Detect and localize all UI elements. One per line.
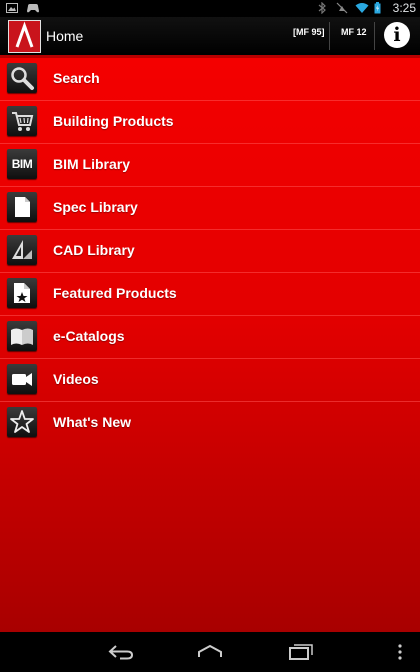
overflow-menu-icon — [398, 644, 402, 660]
app-logo[interactable] — [8, 20, 41, 53]
bim-icon: BIM — [7, 149, 37, 179]
page-title: Home — [46, 28, 84, 44]
menu-item-label: What's New — [53, 414, 132, 430]
menu-item-search[interactable]: Search — [0, 58, 420, 101]
menu-item-whats-new[interactable]: What's New — [0, 402, 420, 444]
clock: 3:25 — [392, 1, 416, 15]
main-menu: Search Building Products BIM BIM Library… — [0, 58, 420, 632]
menu-item-bim-library[interactable]: BIM BIM Library — [0, 144, 420, 187]
cart-icon — [7, 106, 37, 136]
menu-item-label: Spec Library — [53, 199, 138, 215]
wifi-icon — [355, 2, 369, 14]
logo-a-icon — [15, 21, 34, 48]
menu-item-label: Videos — [53, 371, 99, 387]
menu-item-videos[interactable]: Videos — [0, 359, 420, 402]
menu-item-label: Featured Products — [53, 285, 177, 301]
document-icon — [7, 192, 37, 222]
bluetooth-icon — [317, 1, 329, 15]
back-icon — [108, 645, 134, 660]
menu-item-label: e-Catalogs — [53, 328, 125, 344]
no-alarm-icon — [336, 2, 348, 14]
divider — [374, 22, 375, 50]
recent-apps-button[interactable] — [286, 640, 314, 664]
drafting-icon — [7, 235, 37, 265]
menu-item-label: Building Products — [53, 113, 174, 129]
info-button[interactable]: i — [384, 22, 410, 48]
divider — [329, 22, 330, 50]
menu-item-label: CAD Library — [53, 242, 135, 258]
menu-item-label: BIM Library — [53, 156, 131, 172]
mf12-button[interactable]: MF 12 — [341, 27, 367, 37]
status-bar: 3:25 — [0, 0, 420, 17]
mf95-button[interactable]: [MF 95] — [293, 27, 325, 37]
battery-icon — [374, 2, 386, 14]
home-button[interactable] — [196, 640, 224, 664]
back-button[interactable] — [107, 640, 135, 664]
menu-item-e-catalogs[interactable]: e-Catalogs — [0, 316, 420, 359]
photo-icon — [6, 2, 18, 14]
search-icon — [7, 63, 37, 93]
menu-item-featured-products[interactable]: Featured Products — [0, 273, 420, 316]
menu-item-label: Search — [53, 70, 100, 86]
bim-icon-text: BIM — [11, 157, 33, 171]
star-icon — [7, 407, 37, 437]
action-bar: Home [MF 95] MF 12 i — [0, 17, 420, 58]
video-camera-icon — [7, 364, 37, 394]
overflow-menu-button[interactable] — [390, 640, 410, 664]
navigation-bar — [0, 632, 420, 672]
home-icon — [198, 644, 222, 657]
book-icon — [7, 321, 37, 351]
featured-doc-icon — [7, 278, 37, 308]
game-controller-icon — [26, 2, 39, 14]
info-icon: i — [393, 24, 401, 46]
menu-item-cad-library[interactable]: CAD Library — [0, 230, 420, 273]
recent-apps-icon — [289, 644, 313, 660]
menu-item-building-products[interactable]: Building Products — [0, 101, 420, 144]
menu-item-spec-library[interactable]: Spec Library — [0, 187, 420, 230]
